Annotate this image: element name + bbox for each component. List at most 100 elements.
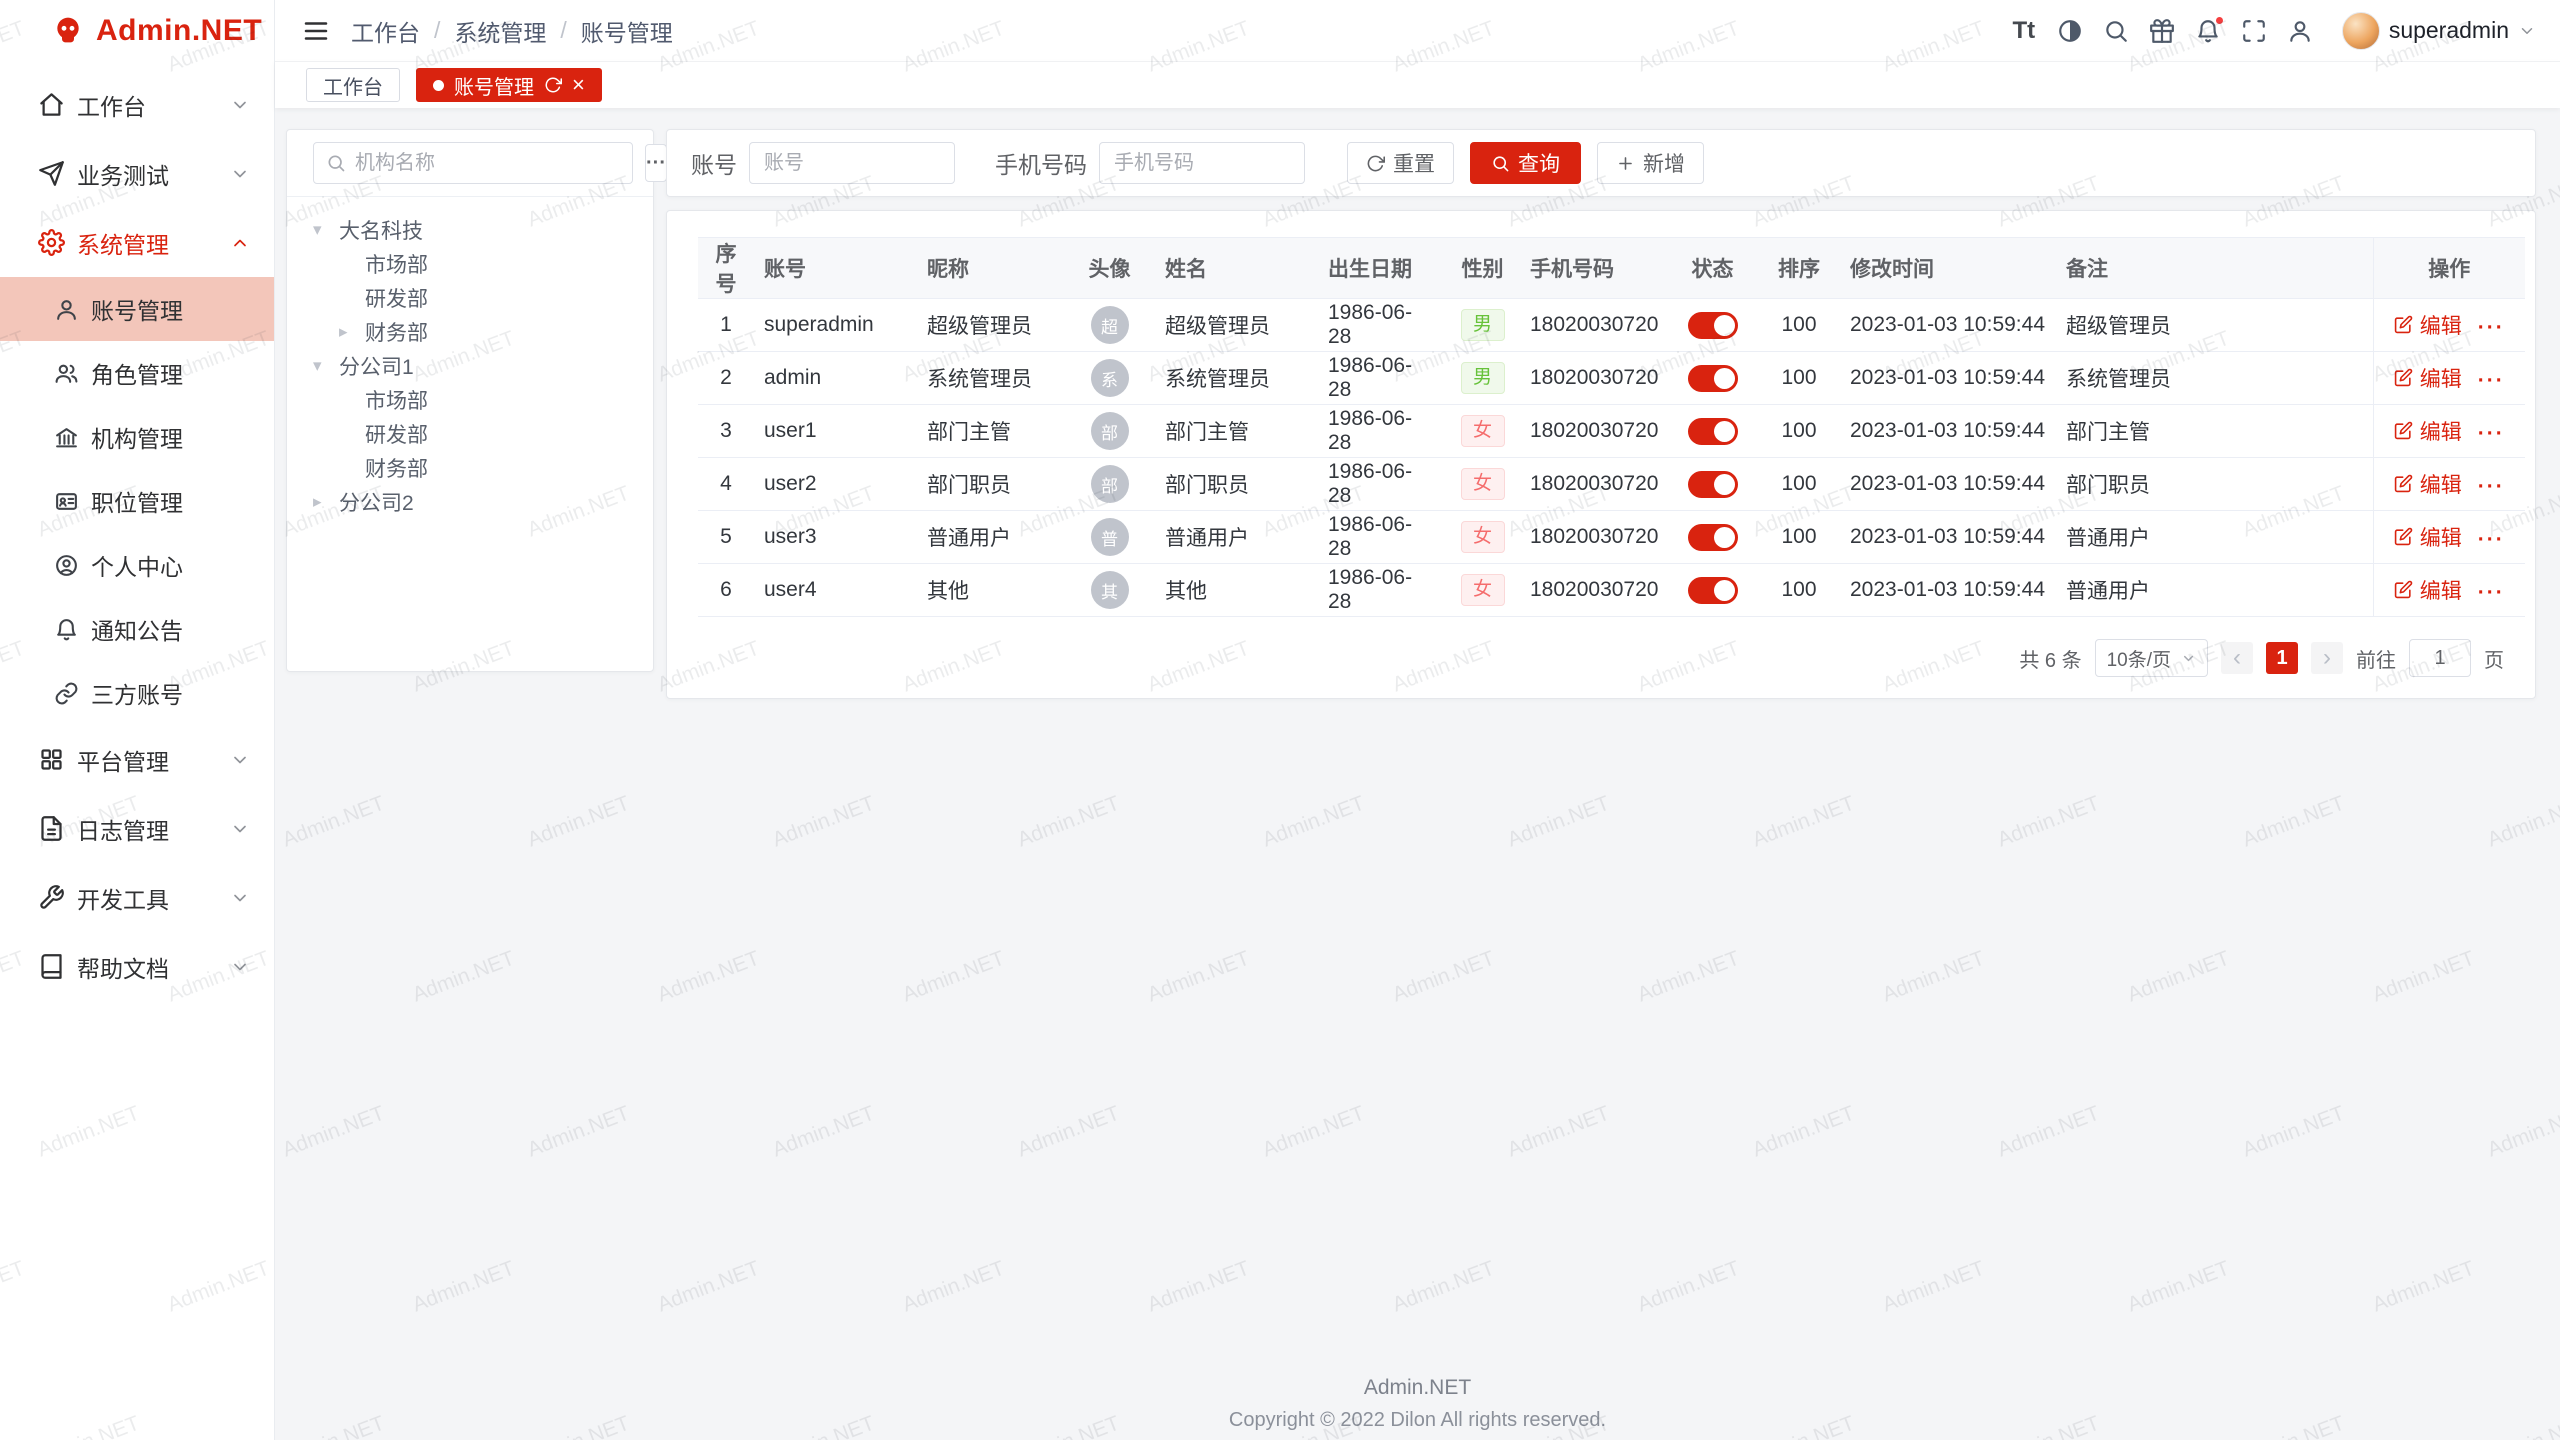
cell-modified: 2023-01-03 10:59:44 [1840, 405, 2056, 458]
account-icon[interactable] [2286, 17, 2314, 45]
edit-button[interactable]: 编辑 [2394, 575, 2462, 605]
sidebar-item-org-management[interactable]: 机构管理 [0, 405, 274, 469]
refresh-icon[interactable] [544, 76, 562, 94]
sidebar-item-account-management[interactable]: 账号管理 [0, 277, 274, 341]
col-actions: 操作 [2373, 238, 2525, 299]
caret-right-icon[interactable]: ▸ [313, 492, 339, 512]
status-toggle[interactable] [1688, 524, 1738, 551]
reset-button[interactable]: 重置 [1347, 142, 1454, 184]
org-tree-panel: ··· ▾大名科技 市场部 研发部 ▸财务部 ▾分公司1 市场部 研发部 财务部… [286, 129, 654, 672]
sidebar-item-personal-center[interactable]: 个人中心 [0, 533, 274, 597]
cell-sort: 100 [1758, 564, 1840, 617]
tree-node[interactable]: ▾大名科技 [297, 213, 643, 247]
tree-node[interactable]: ▸分公司2 [297, 485, 643, 519]
font-size-icon[interactable]: Tt [2010, 17, 2038, 45]
table-row: 2 admin 系统管理员 系 系统管理员 1986-06-28 男 18020… [698, 352, 2525, 405]
sidebar-item-log-management[interactable]: 日志管理 [0, 794, 274, 863]
phone-label: 手机号码 [995, 146, 1087, 180]
tree-node[interactable]: 研发部 [297, 417, 643, 451]
topbar-actions: Tt [2010, 12, 2536, 50]
tree-node[interactable]: 市场部 [297, 383, 643, 417]
fullscreen-icon[interactable] [2240, 17, 2268, 45]
edit-button[interactable]: 编辑 [2394, 522, 2462, 552]
more-actions-button[interactable]: ··· [2478, 475, 2505, 498]
page-size-select[interactable]: 10条/页 [2095, 639, 2208, 677]
breadcrumb-item[interactable]: 系统管理 [454, 14, 546, 48]
goto-page-input[interactable] [2409, 639, 2471, 677]
edit-button[interactable]: 编辑 [2394, 469, 2462, 499]
more-actions-button[interactable]: ··· [2478, 422, 2505, 445]
breadcrumb-item[interactable]: 工作台 [351, 14, 420, 48]
breadcrumb-separator: / [560, 17, 566, 44]
logo[interactable]: Admin.NET [0, 0, 274, 62]
account-label: 账号 [691, 146, 737, 180]
tree-node[interactable]: 市场部 [297, 247, 643, 281]
add-button[interactable]: 新增 [1597, 142, 1704, 184]
refresh-icon [1366, 154, 1385, 173]
sidebar-item-label: 通知公告 [91, 612, 183, 646]
row-avatar: 部 [1091, 465, 1129, 503]
sidebar-item-help-docs[interactable]: 帮助文档 [0, 932, 274, 1001]
tree-node[interactable]: 研发部 [297, 281, 643, 315]
add-label: 新增 [1643, 148, 1685, 178]
more-actions-button[interactable]: ··· [2478, 581, 2505, 604]
more-actions-button[interactable]: ··· [2478, 316, 2505, 339]
cell-birthdate: 1986-06-28 [1318, 458, 1445, 511]
cell-no: 4 [698, 458, 754, 511]
edit-button[interactable]: 编辑 [2394, 416, 2462, 446]
cell-status [1667, 352, 1758, 405]
page-number-button[interactable]: 1 [2266, 642, 2298, 674]
search-button[interactable]: 查询 [1470, 142, 1581, 184]
sidebar-item-system-management[interactable]: 系统管理 [0, 208, 274, 277]
sidebar-item-workbench[interactable]: 工作台 [0, 70, 274, 139]
phone-input[interactable] [1099, 142, 1305, 184]
gift-icon[interactable] [2148, 17, 2176, 45]
caret-down-icon[interactable]: ▾ [313, 356, 339, 376]
bell-icon[interactable] [2194, 17, 2222, 45]
hamburger-icon[interactable] [301, 16, 331, 46]
status-toggle[interactable] [1688, 312, 1738, 339]
tree-node[interactable]: ▾分公司1 [297, 349, 643, 383]
sidebar-item-position-management[interactable]: 职位管理 [0, 469, 274, 533]
close-icon[interactable]: × [572, 74, 585, 96]
chevron-down-icon [230, 888, 250, 908]
caret-right-icon[interactable]: ▸ [339, 322, 365, 342]
edit-button[interactable]: 编辑 [2394, 363, 2462, 393]
account-input[interactable] [749, 142, 955, 184]
tab-account-management[interactable]: 账号管理 × [416, 68, 602, 102]
cell-no: 1 [698, 299, 754, 352]
status-toggle[interactable] [1688, 577, 1738, 604]
tree-node[interactable]: 财务部 [297, 451, 643, 485]
sidebar-item-role-management[interactable]: 角色管理 [0, 341, 274, 405]
cell-no: 6 [698, 564, 754, 617]
org-more-button[interactable]: ··· [645, 144, 667, 182]
more-actions-button[interactable]: ··· [2478, 369, 2505, 392]
cell-phone: 18020030720 [1520, 352, 1667, 405]
status-toggle[interactable] [1688, 418, 1738, 445]
search-icon[interactable] [2102, 17, 2130, 45]
sidebar-item-dev-tools[interactable]: 开发工具 [0, 863, 274, 932]
chevron-down-icon [230, 95, 250, 115]
chevron-down-icon [230, 819, 250, 839]
more-actions-button[interactable]: ··· [2478, 528, 2505, 551]
prev-page-button[interactable]: ‹ [2221, 642, 2253, 674]
sidebar-item-business-test[interactable]: 业务测试 [0, 139, 274, 208]
sidebar-item-thirdparty-account[interactable]: 三方账号 [0, 661, 274, 725]
cell-name: 部门主管 [1155, 405, 1318, 458]
theme-icon[interactable] [2056, 17, 2084, 45]
plus-icon [1616, 154, 1635, 173]
status-toggle[interactable] [1688, 365, 1738, 392]
tab-workbench[interactable]: 工作台 [306, 68, 400, 102]
edit-button[interactable]: 编辑 [2394, 310, 2462, 340]
test-icon [38, 160, 65, 187]
sidebar-item-label: 三方账号 [91, 676, 183, 710]
sidebar-item-notice[interactable]: 通知公告 [0, 597, 274, 661]
status-toggle[interactable] [1688, 471, 1738, 498]
user-menu[interactable]: superadmin [2342, 12, 2536, 50]
caret-down-icon[interactable]: ▾ [313, 220, 339, 240]
next-page-button[interactable]: › [2311, 642, 2343, 674]
col-nickname: 昵称 [917, 238, 1064, 299]
sidebar-item-platform-management[interactable]: 平台管理 [0, 725, 274, 794]
tree-node[interactable]: ▸财务部 [297, 315, 643, 349]
org-search-input[interactable] [355, 152, 620, 175]
